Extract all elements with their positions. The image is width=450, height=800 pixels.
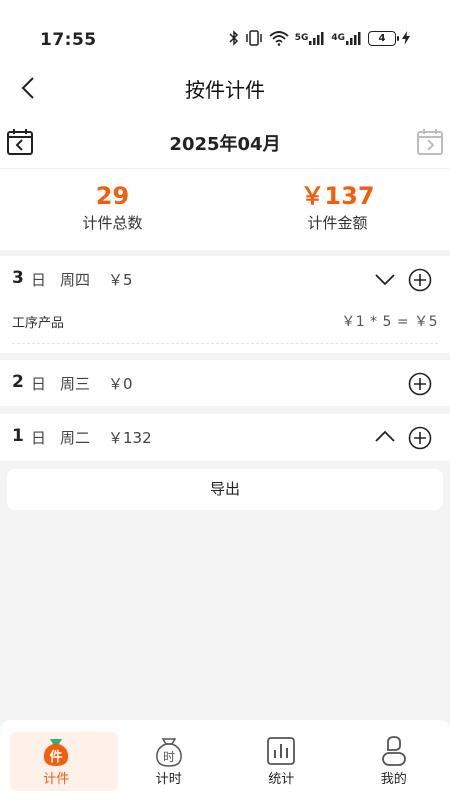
- tab-piece[interactable]: 件 计件: [0, 720, 118, 800]
- status-icons: 5G 4G 4: [229, 30, 410, 46]
- total-amount-value: ￥137: [300, 182, 375, 210]
- day-weekday: 周四: [60, 271, 91, 289]
- export-button[interactable]: 导出: [7, 469, 443, 510]
- total-count-label: 计件总数: [82, 214, 143, 232]
- piece-bag-icon: 件: [44, 739, 69, 766]
- piece-bag-glyph: 件: [50, 749, 63, 765]
- day-header[interactable]: 1 日 周二 ￥132: [0, 414, 450, 460]
- day-number: 1: [12, 426, 24, 446]
- day-number: 3: [12, 268, 24, 288]
- charging-icon: [402, 31, 410, 45]
- day-weekday: 周二: [60, 429, 91, 447]
- month-selector: 2025年04月: [0, 120, 450, 166]
- tab-statistics[interactable]: 统计: [225, 720, 338, 800]
- total-count-value: 29: [95, 182, 130, 210]
- vibrate-icon: [245, 30, 263, 46]
- add-circle-icon[interactable]: [408, 426, 432, 450]
- statistics-chart-icon: [267, 737, 296, 765]
- bottom-tab-bar: 件 计件 时 计时 统计 我的: [0, 720, 450, 800]
- time-bag-icon: 时: [155, 738, 182, 767]
- bluetooth-icon: [229, 30, 239, 46]
- wifi-icon: [269, 30, 289, 46]
- battery-level: 4: [378, 32, 386, 44]
- total-count-cell: 29 计件总数: [0, 170, 225, 248]
- day-card: 2 日 周三 ￥0: [0, 360, 450, 406]
- day-card: 3 日 周四 ￥5 工序产品 ￥1 * 5 = ￥5: [0, 256, 450, 353]
- tab-time[interactable]: 时 计时: [113, 720, 226, 800]
- tab-label: 我的: [380, 772, 407, 787]
- list-item[interactable]: 工序产品 ￥1 * 5 = ￥5: [12, 302, 438, 344]
- total-amount-cell: ￥137 计件金额: [225, 170, 450, 248]
- day-weekday: 周三: [60, 375, 91, 393]
- chevron-down-icon[interactable]: [374, 268, 396, 290]
- network-4g-label: 4G: [331, 33, 345, 43]
- profile-icon: [381, 736, 406, 766]
- day-header[interactable]: 3 日 周四 ￥5: [0, 256, 450, 302]
- tab-profile[interactable]: 我的: [338, 720, 450, 800]
- page-title: 按件计件: [185, 78, 265, 102]
- status-time: 17:55: [40, 30, 97, 50]
- nav-bar: 按件计件: [0, 62, 450, 114]
- day-card: 1 日 周二 ￥132: [0, 414, 450, 461]
- item-calculation: ￥1 * 5 = ￥5: [341, 314, 438, 330]
- divider: [0, 168, 450, 169]
- day-unit: 日: [31, 429, 47, 447]
- battery-icon: 4: [368, 30, 399, 46]
- day-amount: ￥0: [108, 375, 133, 393]
- add-circle-icon[interactable]: [408, 372, 432, 396]
- total-amount-label: 计件金额: [307, 214, 368, 232]
- item-name: 工序产品: [12, 316, 65, 331]
- tab-label: 计时: [155, 772, 182, 787]
- day-amount: ￥132: [108, 429, 152, 447]
- time-bag-glyph: 时: [163, 750, 175, 764]
- day-header[interactable]: 2 日 周三 ￥0: [0, 360, 450, 406]
- add-circle-icon[interactable]: [408, 268, 432, 292]
- month-title: 2025年04月: [169, 134, 281, 155]
- tab-label: 计件: [43, 772, 70, 787]
- next-month-calendar-icon[interactable]: [416, 128, 444, 156]
- tab-label: 统计: [268, 772, 295, 787]
- day-amount: ￥5: [108, 271, 133, 289]
- signal-4g-icon: 4G: [331, 31, 362, 45]
- summary-panel: 29 计件总数 ￥137 计件金额: [0, 170, 450, 248]
- day-unit: 日: [31, 271, 47, 289]
- network-5g-label: 5G: [294, 33, 309, 43]
- chevron-up-icon[interactable]: [374, 426, 396, 448]
- signal-5g-icon: 5G: [295, 31, 326, 45]
- day-unit: 日: [31, 375, 47, 393]
- day-number: 2: [12, 372, 24, 392]
